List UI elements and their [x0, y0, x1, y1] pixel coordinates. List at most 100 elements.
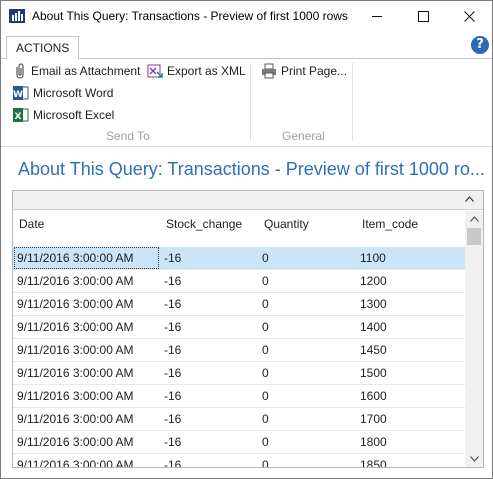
microsoft-excel-label: Microsoft Excel [33, 108, 115, 122]
cell-item-code: 1450 [360, 343, 387, 357]
cell-date: 9/11/2016 3:00:00 AM [17, 458, 134, 468]
cell-stock-change: -16 [164, 274, 182, 288]
cell-date: 9/11/2016 3:00:00 AM [17, 320, 134, 334]
table-row[interactable]: 9/11/2016 3:00:00 AM -16 0 1800 [13, 431, 465, 454]
grid-header: Date Stock_change Quantity Item_code [13, 211, 465, 251]
column-header-date[interactable]: Date [19, 217, 44, 231]
microsoft-word-button[interactable]: W Microsoft Word [13, 85, 113, 101]
table-row[interactable]: 9/11/2016 3:00:00 AM -16 0 1600 [13, 385, 465, 408]
export-as-xml-button[interactable]: Export as XML [147, 63, 246, 79]
cell-date: 9/11/2016 3:00:00 AM [17, 412, 134, 426]
print-page-label: Print Page... [281, 64, 348, 78]
close-button[interactable] [446, 1, 492, 31]
cell-date: 9/11/2016 3:00:00 AM [17, 366, 134, 380]
maximize-button[interactable] [400, 1, 446, 31]
cell-stock-change: -16 [164, 343, 182, 357]
cell-item-code: 1850 [360, 458, 387, 468]
cell-quantity: 0 [262, 389, 269, 403]
scroll-up-icon [469, 216, 479, 222]
svg-text:X: X [15, 112, 22, 122]
grid-filter-bar[interactable] [13, 191, 483, 210]
microsoft-excel-button[interactable]: X Microsoft Excel [13, 107, 114, 123]
chevron-up-icon[interactable] [465, 196, 474, 202]
table-row[interactable]: 9/11/2016 3:00:00 AM -16 0 1850 [13, 454, 465, 468]
general-group-label: General [282, 129, 325, 143]
cell-stock-change: -16 [164, 366, 182, 380]
send-to-group-label: Send To [106, 129, 150, 143]
printer-icon [262, 63, 276, 79]
window-title: About This Query: Transactions - Preview… [32, 9, 348, 23]
cell-stock-change: -16 [164, 389, 182, 403]
microsoft-word-label: Microsoft Word [33, 86, 114, 100]
column-header-item-code[interactable]: Item_code [362, 217, 418, 231]
cell-quantity: 0 [262, 320, 269, 334]
ribbon: Email as Attachment Export as XML Print … [1, 59, 492, 147]
table-row[interactable]: 9/11/2016 3:00:00 AM -16 0 1400 [13, 316, 465, 339]
cell-quantity: 0 [262, 458, 269, 468]
export-xml-icon [147, 64, 163, 78]
ribbon-group-separator [352, 63, 353, 141]
cell-quantity: 0 [262, 297, 269, 311]
table-row[interactable]: 9/11/2016 3:00:00 AM -16 0 1450 [13, 339, 465, 362]
about-this-query-window: About This Query: Transactions - Preview… [0, 0, 493, 479]
cell-stock-change: -16 [164, 435, 182, 449]
minimize-button[interactable] [354, 1, 400, 31]
cell-item-code: 1700 [360, 412, 387, 426]
cell-item-code: 1100 [360, 251, 386, 265]
excel-icon: X [13, 108, 29, 122]
cell-date: 9/11/2016 3:00:00 AM [17, 274, 134, 288]
table-row[interactable]: 9/11/2016 3:00:00 AM -16 0 1500 [13, 362, 465, 385]
cell-item-code: 1800 [360, 435, 387, 449]
email-as-attachment-label: Email as Attachment [31, 64, 141, 78]
table-row[interactable]: 9/11/2016 3:00:00 AM -16 0 1300 [13, 293, 465, 316]
ribbon-tab-strip: ACTIONS ? [1, 31, 492, 60]
export-as-xml-label: Export as XML [167, 64, 246, 78]
cell-quantity: 0 [262, 412, 269, 426]
scrollbar-thumb[interactable] [467, 228, 481, 245]
preview-grid: Date Stock_change Quantity Item_code 9/1… [12, 190, 484, 468]
ribbon-group-separator [250, 63, 251, 141]
vertical-scrollbar[interactable] [465, 211, 483, 467]
column-header-stock-change[interactable]: Stock_change [166, 217, 242, 231]
cell-item-code: 1500 [360, 366, 387, 380]
cell-stock-change: -16 [164, 320, 182, 334]
cell-quantity: 0 [262, 435, 269, 449]
cell-date: 9/11/2016 3:00:00 AM [17, 435, 134, 449]
print-page-button[interactable]: Print Page... [261, 63, 347, 79]
dynamics-app-icon [9, 9, 25, 23]
cell-stock-change: -16 [164, 412, 182, 426]
svg-text:W: W [13, 90, 23, 100]
cell-stock-change: -16 [164, 251, 182, 265]
email-as-attachment-button[interactable]: Email as Attachment [13, 63, 140, 79]
cell-date: 9/11/2016 3:00:00 AM [17, 343, 134, 357]
word-icon: W [13, 86, 29, 100]
cell-date: 9/11/2016 3:00:00 AM [17, 389, 134, 403]
tab-actions[interactable]: ACTIONS [6, 36, 80, 60]
title-bar: About This Query: Transactions - Preview… [1, 1, 492, 31]
table-row[interactable]: 9/11/2016 3:00:00 AM -16 0 1100 [13, 247, 465, 270]
cell-quantity: 0 [262, 274, 269, 288]
cell-date: 9/11/2016 3:00:00 AM [17, 251, 134, 265]
page-title: About This Query: Transactions - Preview… [18, 159, 485, 179]
cell-date: 9/11/2016 3:00:00 AM [17, 297, 134, 311]
table-row[interactable]: 9/11/2016 3:00:00 AM -16 0 1200 [13, 270, 465, 293]
cell-item-code: 1300 [360, 297, 387, 311]
help-icon[interactable]: ? [471, 36, 489, 54]
cell-quantity: 0 [262, 251, 269, 265]
minimize-icon [371, 15, 382, 17]
cell-item-code: 1400 [360, 320, 387, 334]
cell-quantity: 0 [262, 343, 269, 357]
scroll-down-button[interactable] [465, 451, 483, 467]
cell-stock-change: -16 [164, 458, 182, 468]
close-icon [463, 10, 475, 22]
table-row[interactable]: 9/11/2016 3:00:00 AM -16 0 1700 [13, 408, 465, 431]
column-header-quantity[interactable]: Quantity [264, 217, 309, 231]
paperclip-icon [16, 63, 24, 79]
cell-item-code: 1200 [360, 274, 387, 288]
scroll-up-button[interactable] [465, 211, 483, 227]
cell-stock-change: -16 [164, 297, 182, 311]
cell-item-code: 1600 [360, 389, 387, 403]
scroll-down-icon [469, 456, 479, 462]
maximize-icon [417, 10, 429, 22]
cell-quantity: 0 [262, 366, 269, 380]
